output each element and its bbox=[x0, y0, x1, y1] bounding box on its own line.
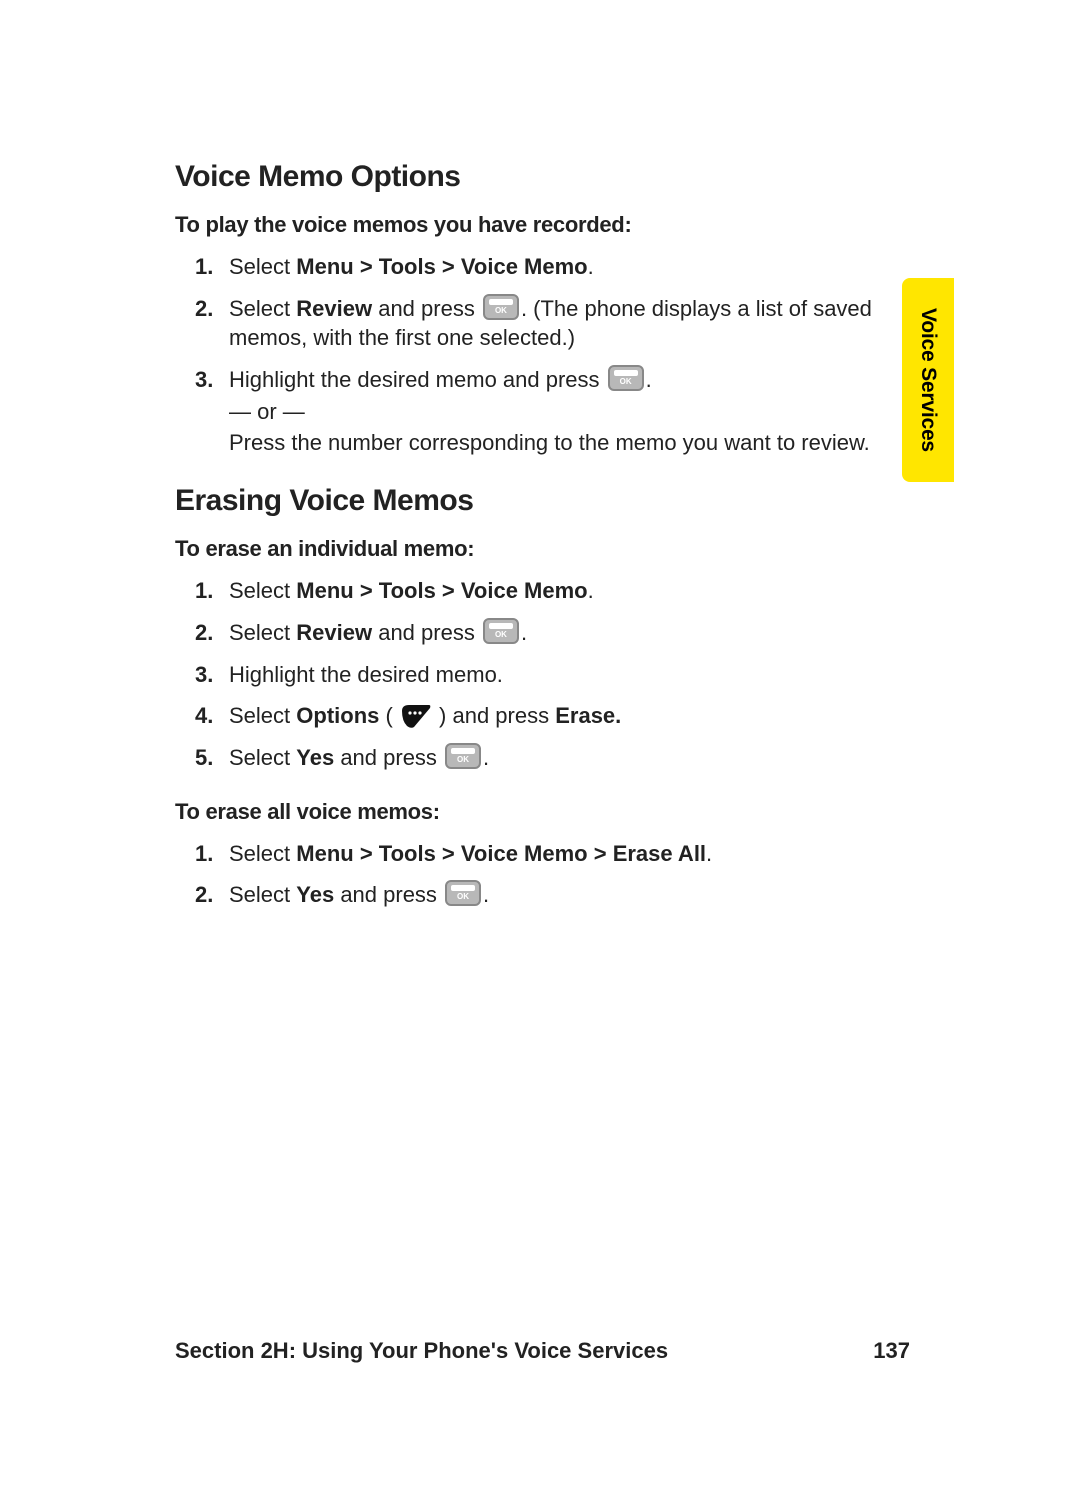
step: Select Yes and press . bbox=[229, 880, 910, 910]
menu-ok-key-icon bbox=[445, 880, 481, 906]
step-text: Highlight the desired memo. bbox=[229, 662, 503, 687]
step-text: Select bbox=[229, 620, 296, 645]
step-text: . bbox=[483, 882, 489, 907]
lead-erase-all: To erase all voice memos: bbox=[175, 799, 910, 825]
step-bold: Menu > Tools > Voice Memo bbox=[296, 578, 587, 603]
step: Select Review and press . (The phone dis… bbox=[229, 294, 910, 353]
step-text: Highlight the desired memo and press bbox=[229, 367, 606, 392]
options-softkey-icon bbox=[401, 704, 431, 728]
steps-erase-one: Select Menu > Tools > Voice Memo. Select… bbox=[175, 576, 910, 772]
step-bold: Review bbox=[296, 620, 372, 645]
step-text: . bbox=[521, 620, 527, 645]
step-bold: Menu > Tools > Voice Memo bbox=[296, 254, 587, 279]
heading-erasing-voice-memos: Erasing Voice Memos bbox=[175, 484, 910, 518]
step-text: and press bbox=[372, 296, 481, 321]
step-text: Select bbox=[229, 296, 296, 321]
step-text: . bbox=[483, 745, 489, 770]
manual-page: Voice Services Voice Memo Options To pla… bbox=[0, 0, 1080, 1512]
step-bold: Yes bbox=[296, 745, 334, 770]
step-text: Select bbox=[229, 841, 296, 866]
side-tab-label: Voice Services bbox=[916, 308, 940, 452]
step-text: Select bbox=[229, 882, 296, 907]
step-text: Select bbox=[229, 578, 296, 603]
step-text: ( bbox=[379, 703, 399, 728]
heading-voice-memo-options: Voice Memo Options bbox=[175, 160, 910, 194]
step-text: . bbox=[588, 254, 594, 279]
step-bold: Erase. bbox=[555, 703, 621, 728]
menu-ok-key-icon bbox=[483, 618, 519, 644]
step: Select Menu > Tools > Voice Memo. bbox=[229, 576, 910, 606]
lead-erase-individual: To erase an individual memo: bbox=[175, 536, 910, 562]
step: Highlight the desired memo and press . —… bbox=[229, 365, 910, 458]
page-footer: Section 2H: Using Your Phone's Voice Ser… bbox=[175, 1338, 910, 1364]
menu-ok-key-icon bbox=[608, 365, 644, 391]
step-bold: Review bbox=[296, 296, 372, 321]
lead-play-memos: To play the voice memos you have recorde… bbox=[175, 212, 910, 238]
step-text: . bbox=[706, 841, 712, 866]
step: Select Menu > Tools > Voice Memo > Erase… bbox=[229, 839, 910, 869]
step: Highlight the desired memo. bbox=[229, 660, 910, 690]
step: Select Review and press . bbox=[229, 618, 910, 648]
step-text: ) and press bbox=[433, 703, 555, 728]
step-text: Select bbox=[229, 703, 296, 728]
menu-ok-key-icon bbox=[483, 294, 519, 320]
step-text: and press bbox=[334, 882, 443, 907]
footer-page-number: 137 bbox=[873, 1338, 910, 1364]
step-text: . bbox=[588, 578, 594, 603]
menu-ok-key-icon bbox=[445, 743, 481, 769]
step-bold: Options bbox=[296, 703, 379, 728]
steps-erase-all: Select Menu > Tools > Voice Memo > Erase… bbox=[175, 839, 910, 910]
step-text: Press the number corresponding to the me… bbox=[229, 430, 870, 455]
footer-section-title: Section 2H: Using Your Phone's Voice Ser… bbox=[175, 1338, 668, 1364]
or-separator: — or — bbox=[229, 397, 910, 427]
step-bold: Menu > Tools > Voice Memo > Erase All bbox=[296, 841, 706, 866]
step: Select Menu > Tools > Voice Memo. bbox=[229, 252, 910, 282]
step-text: Select bbox=[229, 254, 296, 279]
step: Select Options ( ) and press Erase. bbox=[229, 701, 910, 731]
step-text: Select bbox=[229, 745, 296, 770]
step-text: . bbox=[646, 367, 652, 392]
steps-play: Select Menu > Tools > Voice Memo. Select… bbox=[175, 252, 910, 458]
step-text: and press bbox=[334, 745, 443, 770]
step-bold: Yes bbox=[296, 882, 334, 907]
step: Select Yes and press . bbox=[229, 743, 910, 773]
step-text: and press bbox=[372, 620, 481, 645]
